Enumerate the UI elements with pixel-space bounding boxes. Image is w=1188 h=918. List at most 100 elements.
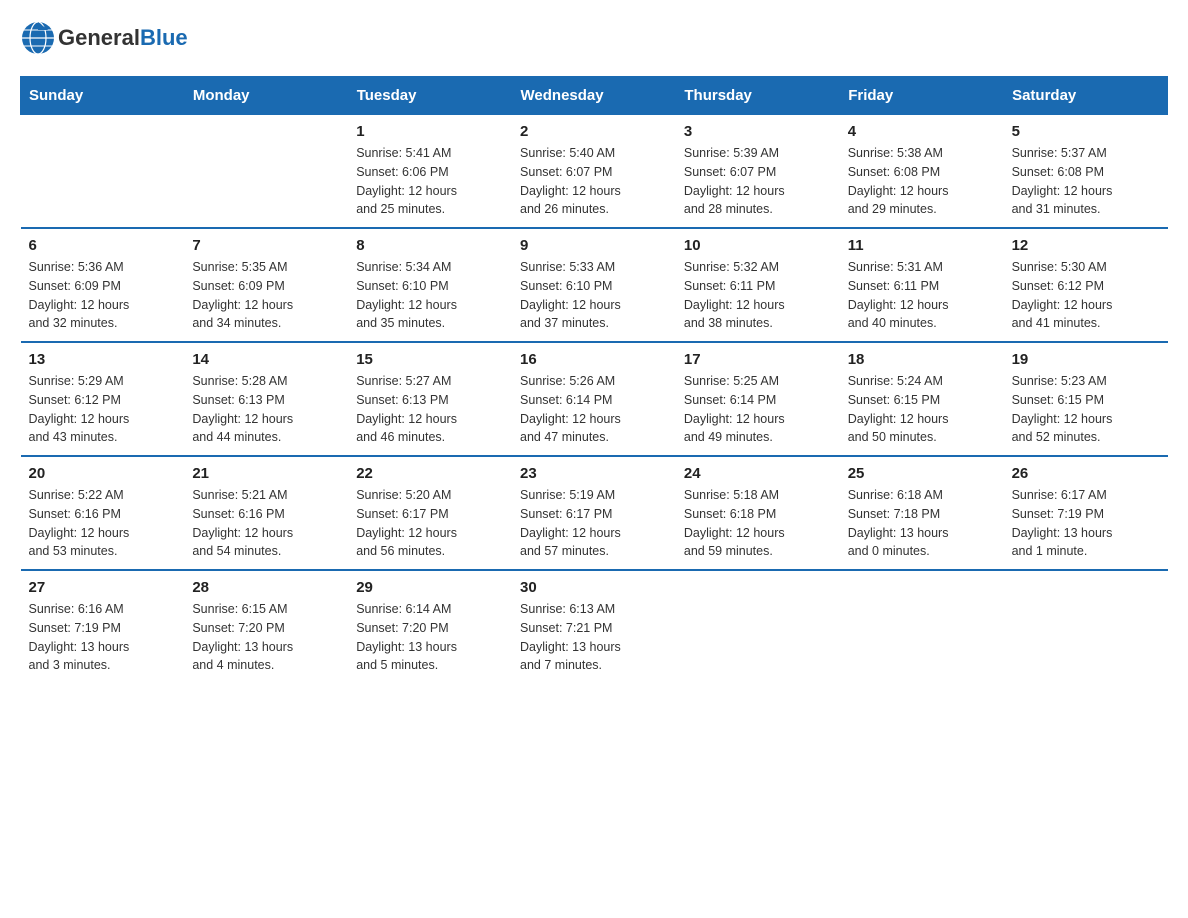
day-number: 21 — [192, 465, 340, 482]
calendar-week-row: 1Sunrise: 5:41 AMSunset: 6:06 PMDaylight… — [21, 115, 1168, 229]
day-info: Sunrise: 5:39 AMSunset: 6:07 PMDaylight:… — [684, 144, 832, 219]
calendar-header-row: SundayMondayTuesdayWednesdayThursdayFrid… — [21, 77, 1168, 115]
logo-general: General — [58, 25, 140, 50]
day-info: Sunrise: 5:34 AMSunset: 6:10 PMDaylight:… — [356, 258, 504, 333]
day-number: 1 — [356, 123, 504, 140]
day-info: Sunrise: 6:15 AMSunset: 7:20 PMDaylight:… — [192, 600, 340, 675]
calendar-cell: 27 Sunrise: 6:16 AMSunset: 7:19 PMDayligh… — [21, 570, 185, 683]
day-number: 22 — [356, 465, 504, 482]
day-number: 16 — [520, 351, 668, 368]
calendar-cell: 19Sunrise: 5:23 AMSunset: 6:15 PMDayligh… — [1004, 342, 1168, 456]
day-number: 24 — [684, 465, 832, 482]
calendar-week-row: 27 Sunrise: 6:16 AMSunset: 7:19 PMDayligh… — [21, 570, 1168, 683]
calendar-cell: 15 Sunrise: 5:27 AMSunset: 6:13 PMDayligh… — [348, 342, 512, 456]
calendar-cell: 3 Sunrise: 5:39 AMSunset: 6:07 PMDaylight… — [676, 115, 840, 229]
day-info: Sunrise: 5:28 AMSunset: 6:13 PMDaylight:… — [192, 372, 340, 447]
day-info: Sunrise: 5:35 AMSunset: 6:09 PMDaylight:… — [192, 258, 340, 333]
day-info: Sunrise: 5:40 AMSunset: 6:07 PMDaylight:… — [520, 144, 668, 219]
day-info: Sunrise: 5:22 AMSunset: 6:16 PMDaylight:… — [29, 486, 177, 561]
calendar-cell: 21 Sunrise: 5:21 AMSunset: 6:16 PMDayligh… — [184, 456, 348, 570]
calendar-cell: 28 Sunrise: 6:15 AMSunset: 7:20 PMDayligh… — [184, 570, 348, 683]
day-number: 8 — [356, 237, 504, 254]
calendar-cell: 16 Sunrise: 5:26 AMSunset: 6:14 PMDayligh… — [512, 342, 676, 456]
day-info: Sunrise: 5:32 AMSunset: 6:11 PMDaylight:… — [684, 258, 832, 333]
calendar-cell: 6 Sunrise: 5:36 AMSunset: 6:09 PMDaylight… — [21, 228, 185, 342]
day-info: Sunrise: 5:33 AMSunset: 6:10 PMDaylight:… — [520, 258, 668, 333]
day-info: Sunrise: 5:19 AMSunset: 6:17 PMDaylight:… — [520, 486, 668, 561]
day-info: Sunrise: 5:36 AMSunset: 6:09 PMDaylight:… — [29, 258, 177, 333]
day-info: Sunrise: 5:38 AMSunset: 6:08 PMDaylight:… — [848, 144, 996, 219]
day-number: 10 — [684, 237, 832, 254]
calendar-cell: 5 Sunrise: 5:37 AMSunset: 6:08 PMDaylight… — [1004, 115, 1168, 229]
day-info: Sunrise: 6:13 AMSunset: 7:21 PMDaylight:… — [520, 600, 668, 675]
day-info: Sunrise: 6:14 AMSunset: 7:20 PMDaylight:… — [356, 600, 504, 675]
day-info: Sunrise: 5:31 AMSunset: 6:11 PMDaylight:… — [848, 258, 996, 333]
calendar-week-row: 6 Sunrise: 5:36 AMSunset: 6:09 PMDaylight… — [21, 228, 1168, 342]
weekday-header-monday: Monday — [184, 77, 348, 115]
calendar-cell: 4Sunrise: 5:38 AMSunset: 6:08 PMDaylight… — [840, 115, 1004, 229]
day-number: 30 — [520, 579, 668, 596]
calendar-cell: 17 Sunrise: 5:25 AMSunset: 6:14 PMDayligh… — [676, 342, 840, 456]
day-info: Sunrise: 6:16 AMSunset: 7:19 PMDaylight:… — [29, 600, 177, 675]
calendar-cell: 29 Sunrise: 6:14 AMSunset: 7:20 PMDayligh… — [348, 570, 512, 683]
day-number: 19 — [1012, 351, 1160, 368]
day-number: 27 — [29, 579, 177, 596]
day-info: Sunrise: 5:30 AMSunset: 6:12 PMDaylight:… — [1012, 258, 1160, 333]
calendar-cell: 14Sunrise: 5:28 AMSunset: 6:13 PMDayligh… — [184, 342, 348, 456]
calendar-cell: 13Sunrise: 5:29 AMSunset: 6:12 PMDayligh… — [21, 342, 185, 456]
weekday-header-thursday: Thursday — [676, 77, 840, 115]
calendar-cell: 12 Sunrise: 5:30 AMSunset: 6:12 PMDayligh… — [1004, 228, 1168, 342]
weekday-header-tuesday: Tuesday — [348, 77, 512, 115]
calendar-table: SundayMondayTuesdayWednesdayThursdayFrid… — [20, 76, 1168, 683]
day-number: 6 — [29, 237, 177, 254]
calendar-cell: 9 Sunrise: 5:33 AMSunset: 6:10 PMDaylight… — [512, 228, 676, 342]
calendar-cell — [184, 115, 348, 229]
day-number: 3 — [684, 123, 832, 140]
calendar-cell: 20Sunrise: 5:22 AMSunset: 6:16 PMDayligh… — [21, 456, 185, 570]
calendar-cell: 8 Sunrise: 5:34 AMSunset: 6:10 PMDaylight… — [348, 228, 512, 342]
weekday-header-saturday: Saturday — [1004, 77, 1168, 115]
day-info: Sunrise: 5:26 AMSunset: 6:14 PMDaylight:… — [520, 372, 668, 447]
day-number: 28 — [192, 579, 340, 596]
day-number: 26 — [1012, 465, 1160, 482]
weekday-header-friday: Friday — [840, 77, 1004, 115]
day-number: 2 — [520, 123, 668, 140]
day-info: Sunrise: 6:17 AMSunset: 7:19 PMDaylight:… — [1012, 486, 1160, 561]
day-info: Sunrise: 5:24 AMSunset: 6:15 PMDaylight:… — [848, 372, 996, 447]
day-info: Sunrise: 5:20 AMSunset: 6:17 PMDaylight:… — [356, 486, 504, 561]
day-info: Sunrise: 5:29 AMSunset: 6:12 PMDaylight:… — [29, 372, 177, 447]
day-info: Sunrise: 5:25 AMSunset: 6:14 PMDaylight:… — [684, 372, 832, 447]
calendar-cell: 23Sunrise: 5:19 AMSunset: 6:17 PMDayligh… — [512, 456, 676, 570]
calendar-cell: 11 Sunrise: 5:31 AMSunset: 6:11 PMDayligh… — [840, 228, 1004, 342]
day-number: 5 — [1012, 123, 1160, 140]
calendar-cell — [840, 570, 1004, 683]
day-number: 29 — [356, 579, 504, 596]
calendar-cell: 30 Sunrise: 6:13 AMSunset: 7:21 PMDayligh… — [512, 570, 676, 683]
calendar-week-row: 13Sunrise: 5:29 AMSunset: 6:12 PMDayligh… — [21, 342, 1168, 456]
calendar-cell: 10 Sunrise: 5:32 AMSunset: 6:11 PMDayligh… — [676, 228, 840, 342]
day-number: 17 — [684, 351, 832, 368]
calendar-cell — [1004, 570, 1168, 683]
calendar-cell: 24Sunrise: 5:18 AMSunset: 6:18 PMDayligh… — [676, 456, 840, 570]
calendar-cell: 7Sunrise: 5:35 AMSunset: 6:09 PMDaylight… — [184, 228, 348, 342]
calendar-cell: 25 Sunrise: 6:18 AMSunset: 7:18 PMDayligh… — [840, 456, 1004, 570]
calendar-cell: 2 Sunrise: 5:40 AMSunset: 6:07 PMDaylight… — [512, 115, 676, 229]
calendar-cell: 18Sunrise: 5:24 AMSunset: 6:15 PMDayligh… — [840, 342, 1004, 456]
day-number: 15 — [356, 351, 504, 368]
day-info: Sunrise: 5:37 AMSunset: 6:08 PMDaylight:… — [1012, 144, 1160, 219]
day-info: Sunrise: 5:27 AMSunset: 6:13 PMDaylight:… — [356, 372, 504, 447]
calendar-cell: 1Sunrise: 5:41 AMSunset: 6:06 PMDaylight… — [348, 115, 512, 229]
day-info: Sunrise: 5:21 AMSunset: 6:16 PMDaylight:… — [192, 486, 340, 561]
weekday-header-sunday: Sunday — [21, 77, 185, 115]
calendar-cell — [21, 115, 185, 229]
calendar-cell: 22 Sunrise: 5:20 AMSunset: 6:17 PMDayligh… — [348, 456, 512, 570]
day-info: Sunrise: 6:18 AMSunset: 7:18 PMDaylight:… — [848, 486, 996, 561]
day-number: 11 — [848, 237, 996, 254]
page-header: GeneralBlue — [20, 20, 1168, 56]
calendar-cell — [676, 570, 840, 683]
day-number: 25 — [848, 465, 996, 482]
day-number: 9 — [520, 237, 668, 254]
calendar-week-row: 20Sunrise: 5:22 AMSunset: 6:16 PMDayligh… — [21, 456, 1168, 570]
day-number: 12 — [1012, 237, 1160, 254]
logo: GeneralBlue — [20, 20, 188, 56]
